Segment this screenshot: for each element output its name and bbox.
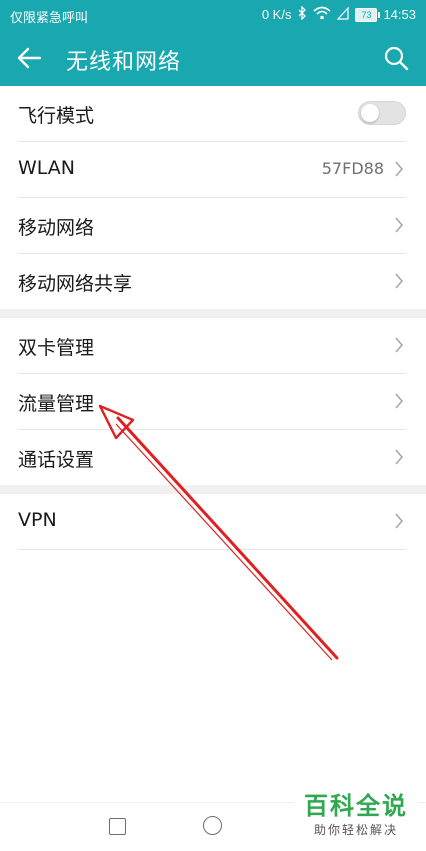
wlan-network-name: 57FD88: [321, 159, 384, 178]
app-bar: 无线和网络: [0, 30, 426, 86]
search-icon: [384, 46, 409, 71]
home-button[interactable]: [203, 816, 222, 835]
section-divider: [0, 485, 426, 494]
search-button[interactable]: [380, 42, 412, 74]
battery-icon: 73: [355, 7, 381, 22]
row-wlan[interactable]: WLAN 57FD88: [18, 142, 406, 198]
signal-off-icon: [337, 6, 350, 23]
watermark-sub: 助你轻松解决: [313, 823, 398, 837]
chevron-right-icon: [395, 449, 404, 465]
row-call-settings[interactable]: 通话设置: [18, 430, 406, 485]
row-label: 移动网络共享: [18, 273, 133, 295]
chevron-right-icon: [395, 513, 404, 529]
settings-list: 飞行模式 WLAN 57FD88 移动网络 移动网络共享 双卡管理 流量管理 通…: [0, 86, 426, 550]
chevron-right-icon: [395, 217, 404, 233]
chevron-right-icon: [395, 393, 404, 409]
row-label: WLAN: [18, 157, 76, 179]
row-mobile-network[interactable]: 移动网络: [18, 198, 406, 254]
arrow-left-icon: [17, 47, 42, 69]
row-label: VPN: [18, 509, 57, 531]
network-speed: 0 K/s: [261, 7, 292, 22]
carrier-text: 仅限紧急呼叫: [10, 10, 89, 25]
section-divider: [0, 309, 426, 318]
row-dual-sim[interactable]: 双卡管理: [18, 318, 406, 374]
airplane-mode-toggle[interactable]: [358, 101, 406, 125]
watermark-main: 百科全说: [304, 792, 408, 820]
clock: 14:53: [383, 7, 416, 22]
row-label: 飞行模式: [18, 105, 95, 127]
wifi-icon: [313, 6, 331, 23]
status-icons: 0 K/s 73 14:53: [261, 5, 416, 23]
toggle-knob: [361, 104, 379, 122]
row-label: 移动网络: [18, 217, 95, 239]
status-bar: 仅限紧急呼叫 0 K/s 73 14:53: [0, 0, 426, 30]
recent-apps-button[interactable]: [109, 818, 126, 835]
row-label: 双卡管理: [18, 337, 95, 359]
row-label: 通话设置: [18, 449, 95, 471]
watermark-logo: 百科全说 助你轻松解决: [294, 789, 418, 845]
chevron-right-icon: [395, 273, 404, 289]
row-data-usage[interactable]: 流量管理: [18, 374, 406, 430]
row-label: 流量管理: [18, 393, 95, 415]
row-mobile-hotspot[interactable]: 移动网络共享: [18, 254, 406, 309]
page-title: 无线和网络: [66, 50, 182, 75]
bluetooth-icon: [297, 5, 307, 23]
chevron-right-icon: [395, 161, 404, 177]
chevron-right-icon: [395, 337, 404, 353]
back-button[interactable]: [14, 42, 46, 74]
row-airplane-mode[interactable]: 飞行模式: [18, 86, 406, 142]
row-vpn[interactable]: VPN: [18, 494, 406, 550]
